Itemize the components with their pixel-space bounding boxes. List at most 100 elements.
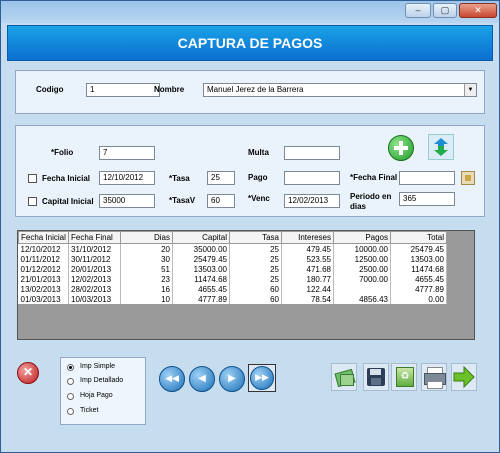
table-cell: 21/01/2013 — [18, 274, 69, 284]
save-icon[interactable] — [363, 363, 389, 391]
table-cell: 122.44 — [281, 284, 334, 294]
close-icon[interactable]: ✕ — [17, 362, 39, 384]
next-record-button[interactable]: ▶ — [219, 366, 245, 392]
table-cell: 4856.43 — [333, 294, 391, 304]
chevron-left-icon: ◀ — [198, 373, 206, 384]
table-cell: 25 — [229, 264, 282, 274]
page-title: CAPTURA DE PAGOS — [177, 35, 323, 51]
column-header[interactable]: Fecha Inicial — [18, 231, 69, 244]
column-header[interactable]: Capital — [172, 231, 230, 244]
column-header[interactable]: Total — [390, 231, 447, 244]
column-header[interactable]: Fecha Final — [68, 231, 121, 244]
first-record-button[interactable]: ◀◀ — [159, 366, 185, 392]
double-chevron-left-icon: ◀◀ — [165, 373, 179, 383]
plus-icon[interactable] — [388, 135, 414, 161]
tasa-field[interactable]: 25 — [207, 171, 235, 185]
table-cell: 30 — [120, 254, 173, 264]
nombre-label: Nombre — [154, 85, 185, 94]
payments-table[interactable]: Fecha Inicial Fecha Final Dias Capital Tasa I… — [17, 230, 475, 340]
capital-inicial-checkbox[interactable] — [28, 197, 37, 206]
table-cell: 13/02/2013 — [18, 284, 69, 294]
table-cell: 25479.45 — [390, 243, 447, 254]
table-cell: 78.54 — [281, 294, 334, 304]
table-row[interactable]: 13/02/2013 28/02/2013 16 4655.45 60 122.44 477… — [18, 284, 447, 294]
option-ticket: Ticket — [80, 407, 99, 414]
title-bar: ‒ ▢ ✕ — [1, 1, 499, 23]
table-cell: 25 — [229, 254, 282, 264]
codigo-field[interactable]: 1 — [86, 83, 160, 97]
fecha-final-field[interactable] — [399, 171, 455, 185]
table-cell: 28/02/2013 — [68, 284, 121, 294]
table-row[interactable]: 01/12/2012 20/01/2013 51 13503.00 25 471.68 25… — [18, 264, 447, 274]
tasav-field[interactable]: 60 — [207, 194, 235, 208]
last-record-button[interactable]: ▶▶ — [248, 364, 276, 392]
tasav-label: *TasaV — [169, 196, 196, 205]
folio-field[interactable]: 7 — [99, 146, 155, 160]
table-cell: 12/02/2013 — [68, 274, 121, 284]
table-cell: 479.45 — [281, 243, 334, 254]
table-cell: 4777.89 — [390, 284, 447, 294]
venc-field[interactable]: 12/02/2013 — [284, 194, 340, 208]
venc-label: *Venc — [248, 194, 270, 203]
table-cell: 4655.45 — [390, 274, 447, 284]
table-row[interactable]: 12/10/2012 31/10/2012 20 35000.00 25 479.45 10… — [18, 243, 447, 254]
option-hoja-pago: Hoja Pago — [80, 392, 113, 399]
table-cell: 10/03/2013 — [68, 294, 121, 304]
arrow-right-icon[interactable] — [451, 363, 477, 391]
fecha-inicial-field[interactable]: 12/10/2012 — [99, 171, 155, 185]
multa-field[interactable] — [284, 146, 340, 160]
periodo-field[interactable]: 365 — [399, 192, 455, 206]
fecha-inicial-checkbox[interactable] — [28, 174, 37, 183]
table-cell: 31/10/2012 — [68, 243, 121, 254]
column-header[interactable]: Tasa — [229, 231, 282, 244]
radio-ticket[interactable] — [67, 408, 74, 415]
chevron-down-icon[interactable]: ▼ — [464, 84, 476, 96]
column-header[interactable]: Intereses — [281, 231, 334, 244]
table-cell: 25479.45 — [172, 254, 230, 264]
table-cell: 0.00 — [390, 294, 447, 304]
client-panel: Codigo 1 Nombre Manuel Jerez de la Barre… — [15, 70, 485, 114]
column-header[interactable]: Pagos — [333, 231, 391, 244]
table-cell: 30/11/2012 — [68, 254, 121, 264]
radio-imp-detallado[interactable] — [67, 378, 74, 385]
table-cell: 20/01/2013 — [68, 264, 121, 274]
table-row[interactable]: 01/11/2012 30/11/2012 30 25479.45 25 523.55 12… — [18, 254, 447, 264]
table-cell: 523.55 — [281, 254, 334, 264]
payment-form-panel: *Folio 7 Multa Fecha Inicial 12/10/2012 … — [15, 125, 485, 217]
table-row[interactable]: 01/03/2013 10/03/2013 10 4777.89 60 78.54 4856… — [18, 294, 447, 304]
printer-icon[interactable] — [421, 363, 447, 391]
recycle-icon[interactable]: ♻ — [391, 363, 417, 391]
table-cell: 23 — [120, 274, 173, 284]
previous-record-button[interactable]: ◀ — [189, 366, 215, 392]
table-cell: 4655.45 — [172, 284, 230, 294]
table-cell: 13503.00 — [390, 254, 447, 264]
table-cell: 12500.00 — [333, 254, 391, 264]
minimize-button[interactable]: ‒ — [405, 3, 431, 18]
table-cell: 01/12/2012 — [18, 264, 69, 274]
calendar-icon[interactable] — [461, 171, 475, 185]
column-header[interactable]: Dias — [120, 231, 173, 244]
radio-imp-simple[interactable] — [67, 364, 74, 371]
radio-hoja-pago[interactable] — [67, 393, 74, 400]
table-cell: 180.77 — [281, 274, 334, 284]
nombre-select[interactable]: Manuel Jerez de la Barrera ▼ — [203, 83, 477, 97]
table-cell: 16 — [120, 284, 173, 294]
table-row[interactable]: 21/01/2013 12/02/2013 23 11474.68 25 180.77 70… — [18, 274, 447, 284]
table-cell: 35000.00 — [172, 243, 230, 254]
maximize-button[interactable]: ▢ — [433, 3, 457, 18]
table-cell: 60 — [229, 284, 282, 294]
codigo-label: Codigo — [36, 85, 64, 94]
fecha-inicial-label: Fecha Inicial — [42, 174, 91, 183]
capital-inicial-label: Capital Inicial — [42, 197, 94, 206]
window-close-button[interactable]: ✕ — [459, 3, 497, 18]
print-options-panel: Imp Simple Imp Detallado Hoja Pago Ticke… — [60, 357, 146, 425]
table-cell: 11474.68 — [172, 274, 230, 284]
folio-label: *Folio — [51, 148, 74, 157]
nombre-value: Manuel Jerez de la Barrera — [207, 85, 304, 94]
multa-label: Multa — [248, 148, 269, 157]
money-icon[interactable] — [331, 363, 357, 391]
refresh-icon[interactable] — [428, 134, 454, 160]
table-cell: 51 — [120, 264, 173, 274]
capital-inicial-field[interactable]: 35000 — [99, 194, 155, 208]
pago-field[interactable] — [284, 171, 340, 185]
